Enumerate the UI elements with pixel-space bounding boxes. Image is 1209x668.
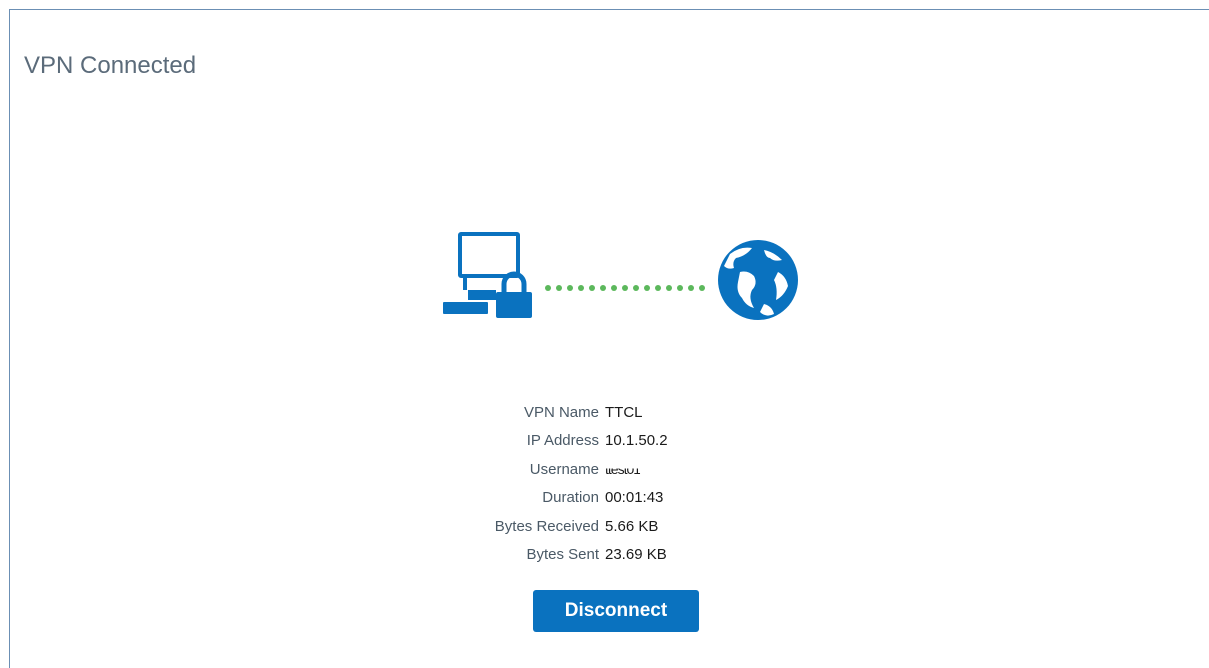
- detail-value: 00:01:43: [605, 489, 664, 507]
- detail-value: 10.1.50.2: [605, 432, 668, 450]
- detail-value-masked: ttest01: [605, 461, 641, 478]
- page-title: VPN Connected: [24, 52, 197, 79]
- detail-value: 5.66 KB: [605, 517, 659, 535]
- detail-row-duration: Duration 00:01:43: [430, 484, 830, 513]
- detail-row-bytes-received: Bytes Received 5.66 KB: [430, 512, 830, 541]
- detail-label: Bytes Received: [494, 517, 599, 535]
- detail-row-bytes-sent: Bytes Sent 23.69 KB: [430, 541, 830, 570]
- connection-details: VPN Name TTCL IP Address 10.1.50.2 Usern…: [430, 398, 830, 569]
- disconnect-button[interactable]: Disconnect: [533, 590, 699, 632]
- detail-row-username: Username ttest01: [430, 455, 830, 484]
- computer-lock-icon: [443, 232, 532, 318]
- globe-icon: [718, 240, 798, 320]
- detail-label: Username: [529, 460, 599, 478]
- detail-value: TTCL: [605, 403, 643, 421]
- connection-dots: [545, 285, 705, 291]
- detail-label: VPN Name: [523, 403, 599, 421]
- vpn-connection-illustration: [443, 232, 798, 320]
- vpn-status-panel: VPN Connected VPN Name TTCL IP Address 1…: [9, 9, 1209, 668]
- detail-value: 23.69 KB: [605, 546, 667, 564]
- detail-row-vpn-name: VPN Name TTCL: [430, 398, 830, 427]
- detail-label: IP Address: [526, 432, 599, 450]
- detail-label: Bytes Sent: [526, 546, 599, 564]
- detail-label: Duration: [542, 489, 599, 507]
- detail-row-ip-address: IP Address 10.1.50.2: [430, 427, 830, 456]
